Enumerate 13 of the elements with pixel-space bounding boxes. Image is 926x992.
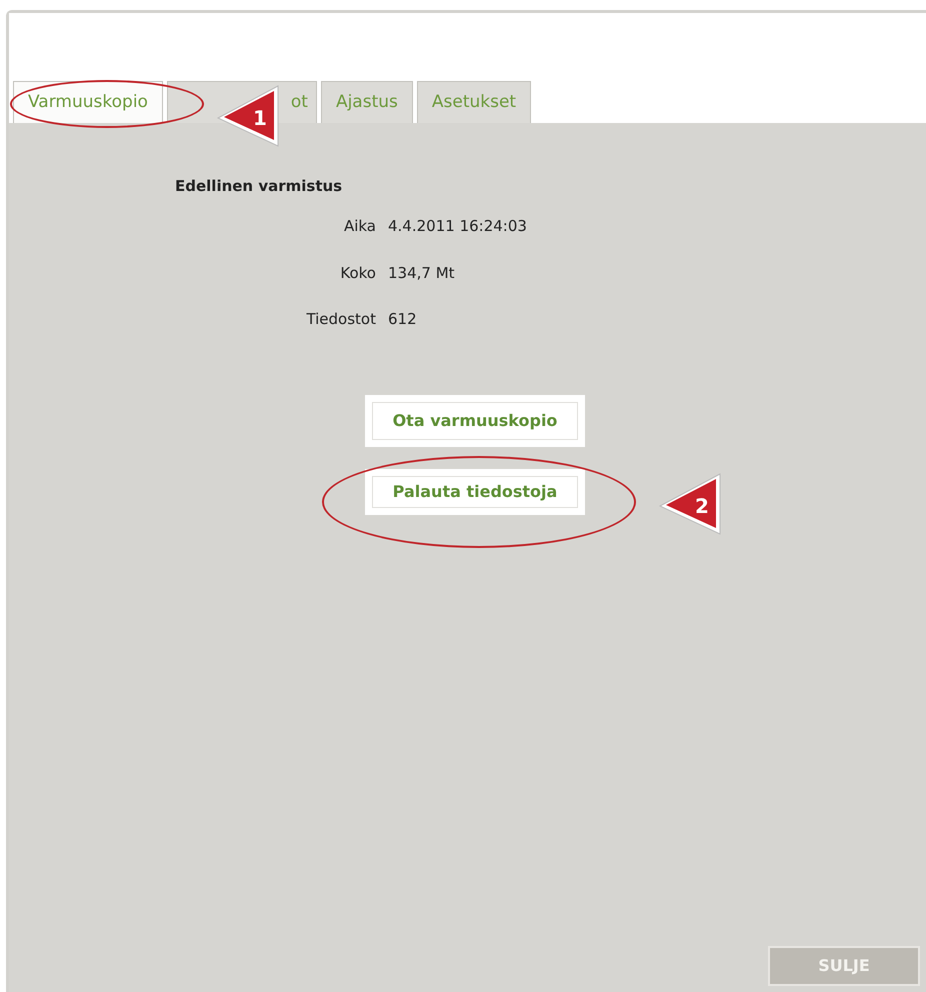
section-title: Edellinen varmistus	[175, 176, 342, 197]
action-button[interactable]: Ota varmuuskopio	[365, 395, 585, 447]
tab[interactable]: Ajastus	[320, 81, 413, 123]
detail-label: Koko	[339, 262, 376, 284]
detail-value: 134,7 Mt	[388, 262, 456, 284]
close-button[interactable]: SULJE	[768, 946, 920, 986]
detail-value: 4.4.2011 16:24:03	[388, 216, 527, 237]
tab[interactable]: Asetukset	[416, 81, 532, 123]
action-button[interactable]: Palauta tiedostoja	[365, 469, 585, 515]
tab[interactable]: Varmuuskopio	[13, 81, 163, 123]
detail-label: Tiedostot	[305, 309, 376, 330]
detail-value: 612	[388, 309, 418, 330]
detail-label: Aika	[342, 216, 376, 237]
